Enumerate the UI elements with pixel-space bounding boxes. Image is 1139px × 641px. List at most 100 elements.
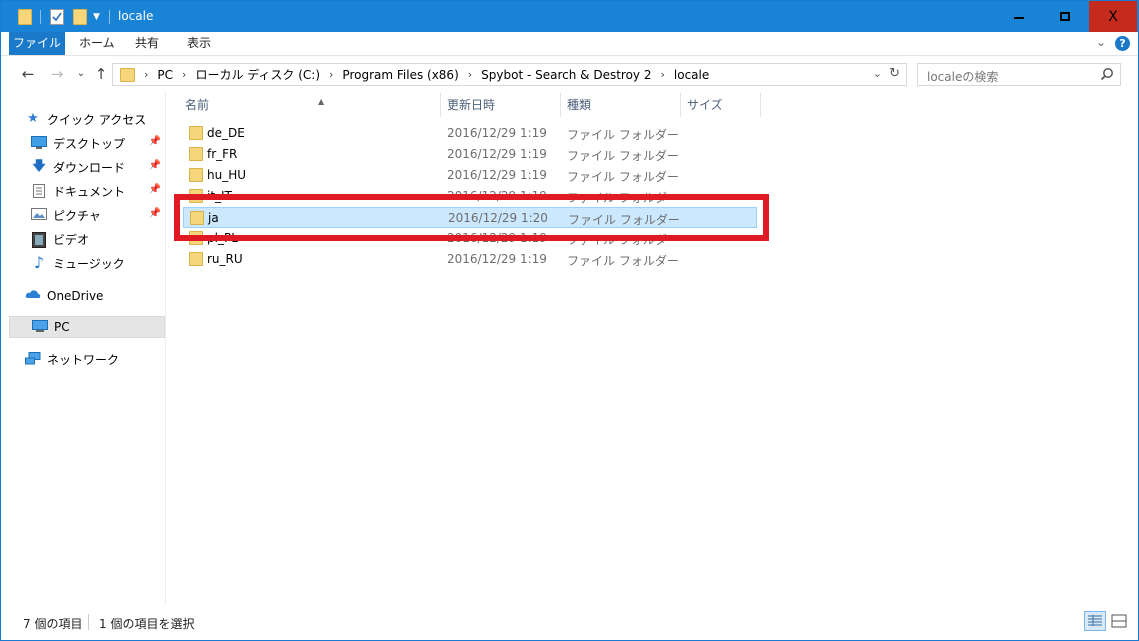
sidebar-item-label: デスクトップ — [53, 136, 126, 151]
tab-share[interactable]: 共有 — [123, 32, 171, 55]
large-icons-view-button[interactable] — [1108, 611, 1130, 631]
picture-icon — [31, 208, 47, 222]
address-dropdown-icon[interactable]: ⌄ — [873, 67, 882, 80]
breadcrumb-spybot[interactable]: Spybot - Search & Destroy 2 — [481, 68, 651, 82]
sidebar-item-music[interactable]: ♪ ミュージック — [31, 252, 165, 274]
pin-icon[interactable]: 📌 — [149, 208, 161, 219]
tab-file[interactable]: ファイル — [9, 32, 65, 55]
new-folder-icon[interactable] — [73, 7, 87, 27]
file-type: ファイル フォルダー — [567, 254, 679, 268]
file-name: fr_FR — [207, 147, 238, 161]
star-icon: ★ — [27, 111, 39, 126]
navigation-bar: ← → ⌄ ↑ › PC › ローカル ディスク (C:) › Program … — [1, 57, 1138, 92]
music-icon: ♪ — [33, 253, 45, 272]
up-button[interactable]: ↑ — [91, 63, 111, 85]
column-header-date[interactable]: 更新日時 — [441, 93, 561, 117]
details-view-icon — [1088, 615, 1102, 626]
pin-icon[interactable]: 📌 — [149, 184, 161, 195]
file-name: ru_RU — [207, 252, 243, 266]
chevron-right-icon[interactable]: › — [329, 68, 333, 81]
close-button[interactable]: X — [1089, 1, 1137, 32]
search-box[interactable]: localeの検索 — [917, 63, 1121, 86]
sidebar-item-onedrive[interactable]: OneDrive — [25, 285, 165, 307]
tab-home[interactable]: ホーム — [67, 32, 127, 55]
help-icon[interactable]: ? — [1115, 36, 1130, 51]
column-header-label: サイズ — [687, 98, 723, 112]
folder-icon — [189, 168, 203, 182]
file-type: ファイル フォルダー — [567, 149, 679, 163]
sidebar-item-downloads[interactable]: 🡇 ダウンロード 📌 — [31, 156, 165, 178]
pin-icon[interactable]: 📌 — [149, 136, 161, 147]
file-row[interactable]: de_DE 2016/12/29 1:19 ファイル フォルダー — [183, 123, 757, 144]
breadcrumb-pc[interactable]: PC — [157, 68, 173, 82]
file-type: ファイル フォルダー — [567, 128, 679, 142]
highlight-annotation-box — [174, 194, 769, 241]
breadcrumb-locale[interactable]: locale — [674, 68, 709, 82]
file-row[interactable]: fr_FR 2016/12/29 1:19 ファイル フォルダー — [183, 144, 757, 165]
maximize-button[interactable] — [1042, 1, 1088, 32]
network-icon — [25, 352, 41, 366]
breadcrumb-local-disk[interactable]: ローカル ディスク (C:) — [195, 66, 320, 83]
column-header-size[interactable]: サイズ — [681, 93, 761, 117]
selected-count: 1 個の項目を選択 — [99, 617, 195, 631]
sidebar-item-videos[interactable]: ビデオ — [31, 228, 165, 250]
sidebar-item-label: ピクチャ — [53, 208, 101, 223]
sidebar-item-pictures[interactable]: ピクチャ 📌 — [31, 204, 165, 226]
document-icon — [31, 184, 47, 198]
file-row[interactable]: ru_RU 2016/12/29 1:19 ファイル フォルダー — [183, 249, 757, 270]
chevron-right-icon[interactable]: › — [660, 68, 664, 81]
desktop-icon — [31, 136, 47, 150]
back-button[interactable]: ← — [18, 63, 38, 85]
sidebar-item-label: ミュージック — [53, 256, 125, 271]
sidebar-item-desktop[interactable]: デスクトップ 📌 — [31, 132, 165, 154]
column-header-type[interactable]: 種類 — [561, 93, 681, 117]
folder-icon — [120, 67, 135, 82]
minimize-button[interactable] — [996, 1, 1042, 32]
sidebar-item-quick-access[interactable]: ★ クイック アクセス — [25, 108, 165, 130]
large-icons-view-icon — [1111, 614, 1127, 628]
customize-toolbar-icon[interactable]: ▼ — [93, 7, 100, 27]
ribbon-tabs: ファイル ホーム 共有 表示 ⌄ ? — [1, 32, 1138, 56]
sidebar-item-pc[interactable]: PC — [9, 316, 165, 338]
pin-icon[interactable]: 📌 — [149, 160, 161, 171]
chevron-right-icon[interactable]: › — [468, 68, 472, 81]
file-date: 2016/12/29 1:19 — [447, 147, 547, 161]
navigation-pane: ★ クイック アクセス デスクトップ 📌 🡇 ダウンロード 📌 ドキュメント 📌… — [1, 92, 166, 604]
computer-icon — [32, 320, 48, 334]
breadcrumb-program-files[interactable]: Program Files (x86) — [342, 68, 458, 82]
file-name: hu_HU — [207, 168, 247, 182]
chevron-right-icon[interactable]: › — [182, 68, 186, 81]
folder-icon — [189, 252, 203, 266]
column-header-name[interactable]: 名前 ▲ — [179, 93, 441, 117]
chevron-right-icon[interactable]: › — [144, 68, 148, 81]
search-placeholder: localeの検索 — [927, 70, 999, 84]
sidebar-item-network[interactable]: ネットワーク — [25, 348, 165, 370]
sidebar-item-label: ダウンロード — [53, 160, 126, 175]
item-count: 7 個の項目 — [23, 617, 83, 631]
sidebar-item-label: OneDrive — [47, 289, 104, 303]
file-date: 2016/12/29 1:19 — [447, 126, 547, 140]
details-view-button[interactable] — [1084, 611, 1106, 631]
status-bar: 7 個の項目 1 個の項目を選択 — [1, 604, 1138, 640]
sort-ascending-icon: ▲ — [318, 97, 325, 106]
file-date: 2016/12/29 1:19 — [447, 252, 547, 266]
address-bar[interactable]: › PC › ローカル ディスク (C:) › Program Files (x… — [112, 63, 907, 86]
sidebar-item-documents[interactable]: ドキュメント 📌 — [31, 180, 165, 202]
forward-button[interactable]: → — [47, 63, 67, 85]
minimize-icon — [1014, 16, 1024, 19]
folder-icon — [18, 7, 32, 27]
close-icon: X — [1108, 8, 1118, 25]
refresh-icon[interactable]: ↻ — [889, 66, 900, 81]
file-row[interactable]: hu_HU 2016/12/29 1:19 ファイル フォルダー — [183, 165, 757, 186]
properties-icon[interactable] — [50, 7, 64, 27]
recent-locations-icon[interactable]: ⌄ — [71, 63, 91, 85]
search-icon[interactable] — [1100, 67, 1114, 81]
column-header-label: 種類 — [567, 98, 592, 112]
folder-icon — [189, 147, 203, 161]
tab-view[interactable]: 表示 — [175, 32, 223, 55]
sidebar-item-label: ビデオ — [53, 232, 90, 247]
column-header-label: 更新日時 — [447, 98, 496, 112]
sidebar-item-label: クイック アクセス — [47, 112, 147, 127]
ribbon-expand-icon[interactable]: ⌄ — [1096, 35, 1106, 49]
maximize-icon — [1060, 12, 1070, 21]
